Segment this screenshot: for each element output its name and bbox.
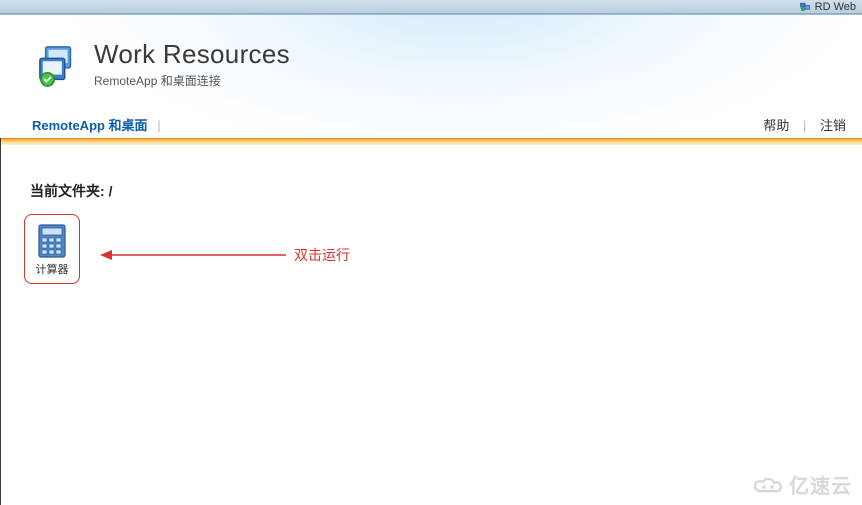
watermark-text: 亿速云 bbox=[789, 470, 852, 499]
app-label: 计算器 bbox=[36, 261, 69, 277]
folder-path: / bbox=[109, 183, 113, 199]
page-title: Work Resources bbox=[94, 39, 290, 70]
divider bbox=[0, 138, 862, 145]
app-item-calculator[interactable]: 计算器 bbox=[24, 214, 80, 284]
folder-label: 当前文件夹: bbox=[30, 183, 105, 199]
window-title-bar: RD Web bbox=[0, 0, 862, 14]
cloud-icon bbox=[751, 474, 785, 496]
window-title: RD Web bbox=[815, 1, 856, 13]
separator: | bbox=[803, 118, 806, 133]
window-icon bbox=[799, 1, 811, 13]
page-subtitle: RemoteApp 和桌面连接 bbox=[94, 72, 290, 89]
help-link[interactable]: 帮助 bbox=[763, 118, 789, 133]
current-folder: 当前文件夹: / bbox=[30, 181, 862, 201]
content-area: 当前文件夹: / bbox=[0, 145, 862, 201]
separator: | bbox=[157, 118, 160, 133]
watermark: 亿速云 bbox=[751, 470, 852, 499]
app-logo-icon bbox=[36, 43, 82, 89]
nav-bar: RemoteApp 和桌面 | 帮助 | 注销 bbox=[0, 115, 862, 134]
signout-link[interactable]: 注销 bbox=[820, 118, 846, 133]
calculator-icon bbox=[38, 224, 66, 258]
tab-remoteapp[interactable]: RemoteApp 和桌面 bbox=[32, 118, 148, 133]
header: Work Resources RemoteApp 和桌面连接 RemoteApp… bbox=[0, 14, 862, 138]
annotation-text: 双击运行 bbox=[294, 245, 350, 265]
annotation: 双击运行 bbox=[98, 245, 350, 265]
arrow-icon bbox=[98, 245, 288, 265]
